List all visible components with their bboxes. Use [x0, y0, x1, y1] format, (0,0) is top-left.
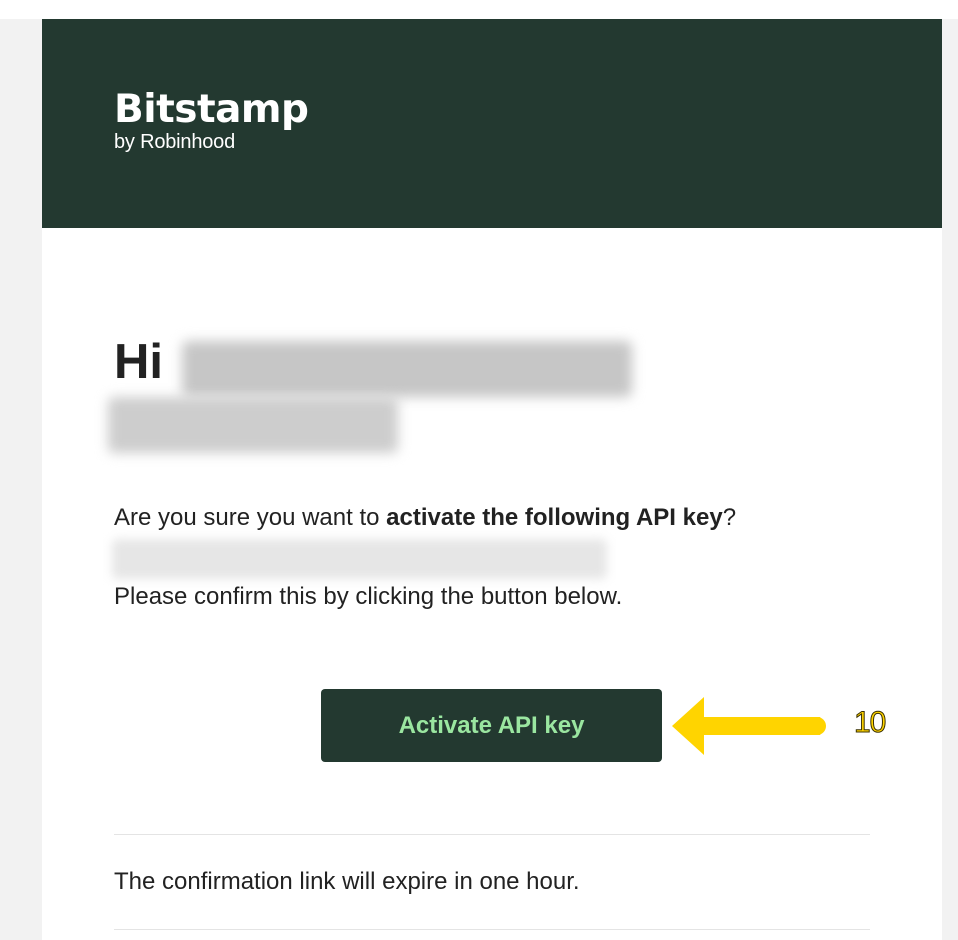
redacted-name-line-2: [108, 397, 398, 453]
activation-question: Are you sure you want to activate the fo…: [114, 503, 736, 533]
arrow-left-icon: [672, 697, 826, 755]
annotation-step-number: 10: [853, 706, 886, 740]
email-header: Bitstamp by Robinhood: [42, 19, 942, 228]
question-emphasis: activate the following API key: [386, 504, 723, 531]
divider: [114, 834, 870, 835]
greeting-heading: Hi: [114, 334, 163, 390]
expiry-note: The confirmation link will expire in one…: [114, 868, 580, 895]
activate-api-key-button[interactable]: Activate API key: [321, 689, 662, 762]
greeting-salutation: Hi: [114, 335, 163, 389]
confirm-instruction: Please confirm this by clicking the butt…: [114, 583, 623, 610]
redacted-api-key: [112, 539, 607, 579]
question-prefix: Are you sure you want to: [114, 504, 387, 531]
question-suffix: ?: [722, 504, 737, 531]
email-card: Bitstamp by Robinhood Hi Are you sure yo…: [42, 19, 942, 940]
logo-subtitle: by Robinhood: [114, 131, 236, 153]
divider: [114, 929, 870, 930]
bitstamp-logo[interactable]: Bitstamp by Robinhood: [114, 87, 309, 154]
redacted-name-line-1: [182, 341, 632, 397]
logo-wordmark: Bitstamp: [114, 87, 309, 132]
window-top-strip: [0, 0, 958, 19]
